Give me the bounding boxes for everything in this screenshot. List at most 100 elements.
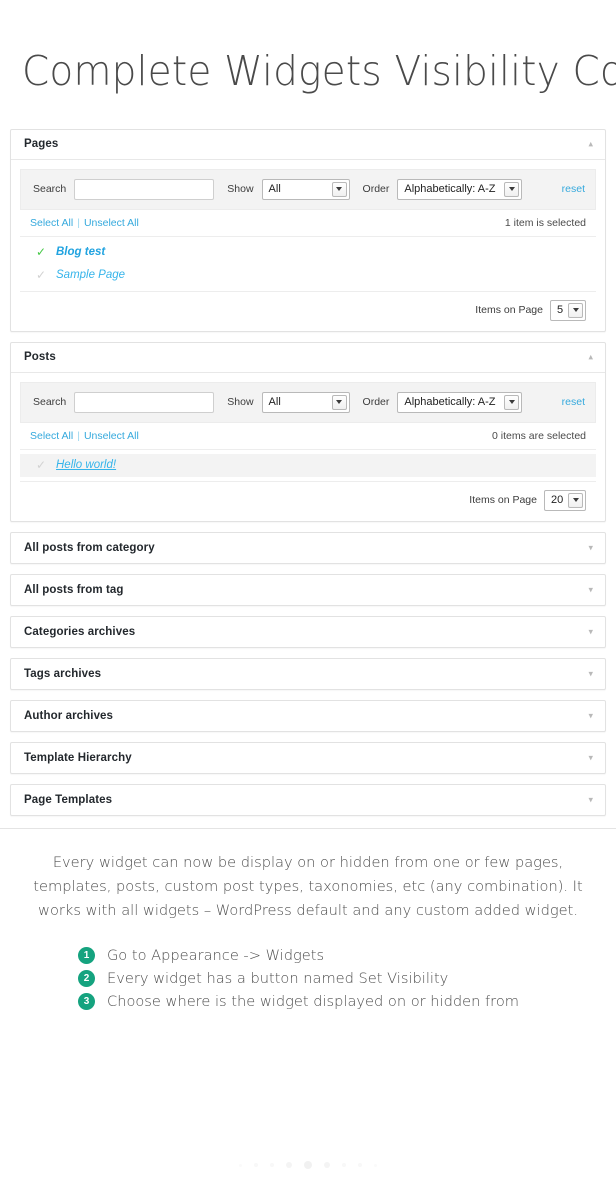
chevron-down-icon (568, 492, 583, 508)
panel-header[interactable]: Categories archives ▾ (11, 617, 605, 647)
panel-header[interactable]: Author archives ▾ (11, 701, 605, 731)
step-text: Choose where is the widget displayed on … (107, 992, 519, 1010)
panel-header[interactable]: Page Templates ▾ (11, 785, 605, 815)
panel-title: Template Hierarchy (24, 751, 132, 764)
carousel-dot[interactable] (358, 1163, 362, 1167)
panel-header[interactable]: Posts ▴ (11, 343, 605, 373)
panel-title: Pages (24, 138, 59, 151)
chevron-down-icon[interactable]: ▾ (588, 585, 593, 594)
select-all-link[interactable]: Select All (30, 217, 73, 229)
chevron-down-icon (568, 302, 583, 318)
page-title: Complete Widgets Visibility Control (22, 47, 616, 96)
app-page: Complete Widgets Visibility Control Page… (0, 0, 616, 1179)
carousel-dot[interactable] (270, 1163, 274, 1167)
items-on-page-select-value: 20 (551, 494, 564, 507)
list-item[interactable]: ✓ Sample Page (20, 264, 596, 287)
carousel-dot[interactable] (286, 1162, 292, 1168)
list-item-label[interactable]: Sample Page (56, 267, 125, 284)
unselect-all-link[interactable]: Unselect All (84, 430, 139, 442)
panel-page-templates: Page Templates ▾ (10, 783, 606, 816)
show-select[interactable]: All (261, 391, 350, 413)
panel-all-posts-from-tag: All posts from tag ▾ (10, 573, 606, 606)
chevron-up-icon[interactable]: ▴ (588, 352, 593, 362)
step-text: Every widget has a button named Set Visi… (107, 969, 449, 987)
list-item-label[interactable]: Blog test (56, 244, 105, 261)
chevron-down-icon[interactable]: ▾ (588, 669, 593, 678)
panel-header[interactable]: Tags archives ▾ (11, 659, 605, 689)
panel-title: All posts from category (24, 541, 155, 554)
panel-author-archives: Author archives ▾ (10, 699, 606, 732)
search-input[interactable] (74, 178, 215, 200)
panel-title: Posts (24, 351, 56, 364)
panel-title: All posts from tag (24, 583, 124, 596)
carousel-dot[interactable] (342, 1163, 346, 1167)
list-item[interactable]: ✓ Hello world! (20, 453, 596, 477)
link-separator: | (77, 429, 80, 442)
carousel-dot[interactable] (239, 1163, 242, 1167)
chevron-down-icon[interactable]: ▾ (588, 753, 593, 762)
steps-list: 1 Go to Appearance -> Widgets 2 Every widge… (0, 946, 616, 1010)
panel-tags-archives: Tags archives ▾ (10, 657, 606, 690)
chevron-down-icon (504, 181, 520, 197)
chevron-down-icon[interactable]: ▾ (588, 543, 593, 552)
panel-title: Author archives (24, 709, 114, 722)
items-on-page-label: Items on Page (469, 494, 537, 507)
chevron-down-icon[interactable]: ▾ (588, 711, 593, 720)
carousel-dot[interactable] (374, 1163, 377, 1167)
filter-bar: Search Show All Order Alphabetically: A-Z res… (20, 168, 596, 210)
chevron-down-icon (504, 394, 520, 410)
select-all-row: Select All | Unselect All 1 item is selecte… (20, 210, 596, 237)
items-on-page-select[interactable]: 5 (550, 299, 586, 321)
carousel-dot[interactable] (324, 1162, 330, 1168)
step-number-badge: 3 (78, 992, 95, 1010)
link-separator: | (77, 216, 80, 229)
item-list: ✓ Blog test ✓ Sample Page (11, 237, 605, 291)
panel-title: Page Templates (24, 793, 113, 806)
unselect-all-link[interactable]: Unselect All (84, 217, 139, 229)
step-text: Go to Appearance -> Widgets (107, 946, 325, 964)
reset-button[interactable]: reset (562, 396, 585, 408)
order-label: Order (362, 396, 390, 409)
items-on-page-select[interactable]: 20 (544, 489, 586, 511)
carousel-dot[interactable] (304, 1161, 312, 1169)
selection-count: 1 item is selected (504, 216, 586, 229)
carousel-dot[interactable] (254, 1163, 258, 1167)
search-label: Search (33, 396, 67, 409)
items-on-page-label: Items on Page (475, 304, 543, 317)
item-list: ✓ Hello world! (11, 450, 605, 481)
show-select-value: All (268, 396, 281, 409)
list-item-label[interactable]: Hello world! (56, 457, 116, 474)
select-all-link[interactable]: Select All (30, 430, 73, 442)
step-item: 1 Go to Appearance -> Widgets (78, 946, 616, 964)
show-select[interactable]: All (261, 178, 350, 200)
list-item[interactable]: ✓ Blog test (20, 241, 596, 264)
search-label: Search (33, 183, 67, 196)
chevron-down-icon[interactable]: ▾ (588, 795, 593, 804)
panel-header[interactable]: Pages ▴ (11, 130, 605, 160)
chevron-up-icon[interactable]: ▴ (588, 139, 593, 149)
panel-pages: Pages ▴ Search Show All Order Alphabetically: … (10, 128, 606, 332)
panel-categories-archives: Categories archives ▾ (10, 615, 606, 648)
search-input[interactable] (74, 391, 215, 413)
filter-bar: Search Show All Order Alphabetically: A-Z res… (20, 381, 596, 423)
panel-header[interactable]: All posts from tag ▾ (11, 575, 605, 605)
reset-button[interactable]: reset (562, 183, 585, 195)
show-label: Show (227, 183, 254, 196)
page-header: Complete Widgets Visibility Control (0, 0, 616, 96)
items-on-page-row: Items on Page 5 (20, 290, 596, 331)
selection-count: 0 items are selected (492, 429, 586, 442)
order-select-value: Alphabetically: A-Z (404, 183, 496, 196)
step-number-badge: 1 (78, 946, 95, 964)
order-select-value: Alphabetically: A-Z (404, 396, 496, 409)
select-all-row: Select All | Unselect All 0 items are selec… (20, 423, 596, 450)
chevron-down-icon[interactable]: ▾ (588, 627, 593, 636)
order-select[interactable]: Alphabetically: A-Z (397, 178, 523, 200)
step-item: 3 Choose where is the widget displayed on… (78, 992, 616, 1010)
order-select[interactable]: Alphabetically: A-Z (397, 391, 523, 413)
carousel-dots[interactable] (0, 1159, 616, 1171)
panel-header[interactable]: All posts from category ▾ (11, 533, 605, 563)
panel-title: Tags archives (24, 667, 102, 680)
step-item: 2 Every widget has a button named Set Vis… (78, 969, 616, 987)
panel-header[interactable]: Template Hierarchy ▾ (11, 743, 605, 773)
check-on-icon: ✓ (36, 245, 47, 260)
